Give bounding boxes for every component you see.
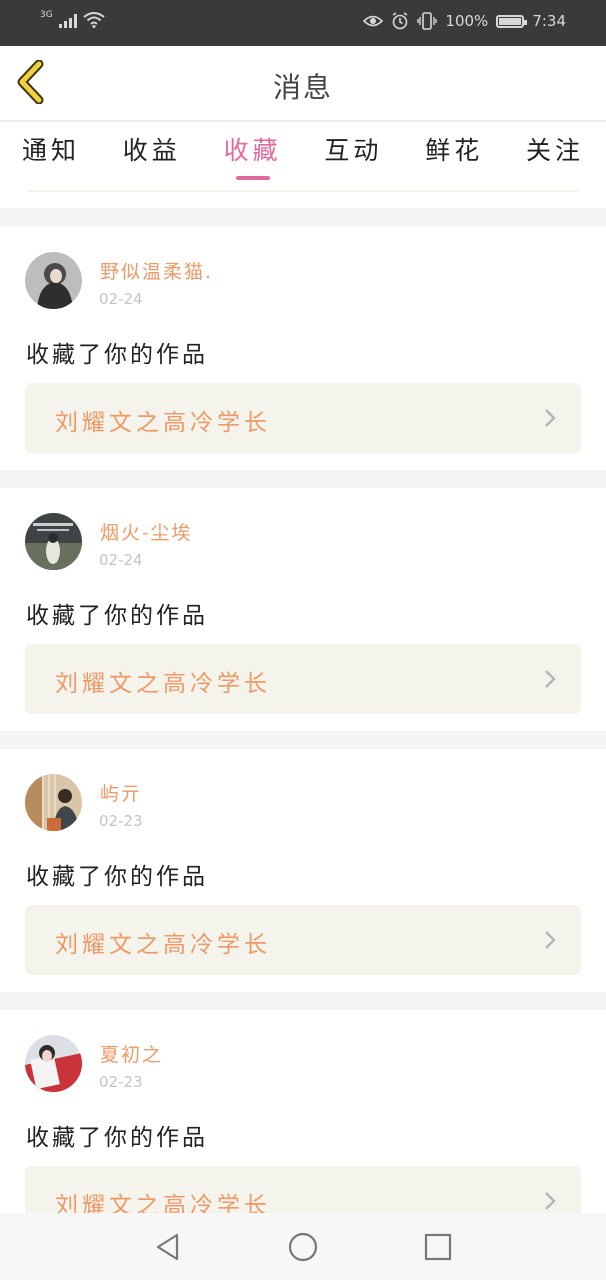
wifi-icon — [83, 12, 105, 28]
battery-percent: 100% — [445, 12, 489, 30]
chevron-right-icon — [545, 670, 556, 688]
work-link[interactable]: 刘耀文之高冷学长 — [25, 905, 581, 975]
network-type: 3G — [40, 10, 53, 20]
message-card: 烟火-尘埃 02-24 收藏了你的作品 刘耀文之高冷学长 — [0, 488, 606, 731]
message-text: 收藏了你的作品 — [26, 603, 208, 629]
work-title: 刘耀文之高冷学长 — [55, 410, 271, 436]
circle-home-icon — [288, 1232, 318, 1262]
tab-label: 互动 — [324, 136, 383, 165]
work-title: 刘耀文之高冷学长 — [55, 932, 271, 958]
work-link[interactable]: 刘耀文之高冷学长 — [25, 644, 581, 714]
work-title: 刘耀文之高冷学长 — [55, 1193, 271, 1213]
tab-favorites[interactable]: 收藏 — [224, 122, 282, 190]
work-title: 刘耀文之高冷学长 — [55, 671, 271, 697]
tab-label: 通知 — [22, 136, 81, 165]
clock-time: 7:34 — [532, 12, 566, 30]
message-card: 屿亓 02-23 收藏了你的作品 刘耀文之高冷学长 — [0, 749, 606, 992]
status-right: 100% 7:34 — [363, 12, 566, 30]
user-name[interactable]: 烟火-尘埃 — [100, 518, 192, 545]
tab-label: 收藏 — [223, 136, 282, 165]
battery-icon — [496, 14, 528, 28]
tab-notifications[interactable]: 通知 — [22, 122, 80, 190]
work-link[interactable]: 刘耀文之高冷学长 — [25, 383, 581, 453]
chevron-right-icon — [545, 1192, 556, 1210]
tab-label: 收益 — [122, 136, 181, 165]
system-home-button[interactable] — [287, 1231, 319, 1263]
user-name[interactable]: 屿亓 — [100, 779, 142, 806]
tab-earnings[interactable]: 收益 — [123, 122, 181, 190]
user-name[interactable]: 夏初之 — [100, 1040, 163, 1067]
square-recent-icon — [424, 1233, 452, 1261]
message-text: 收藏了你的作品 — [26, 864, 208, 890]
tab-interactions[interactable]: 互动 — [324, 122, 382, 190]
tab-following[interactable]: 关注 — [526, 122, 584, 190]
message-card: 野似温柔猫. 02-24 收藏了你的作品 刘耀文之高冷学长 — [0, 227, 606, 470]
alarm-icon — [392, 12, 408, 30]
tab-flowers[interactable]: 鲜花 — [425, 122, 483, 190]
system-recents-button[interactable] — [422, 1231, 454, 1263]
triangle-back-icon — [156, 1233, 179, 1261]
status-bar: 3G 100% 7:34 — [0, 0, 606, 46]
chevron-right-icon — [545, 409, 556, 427]
user-name[interactable]: 野似温柔猫. — [100, 257, 213, 284]
avatar[interactable] — [25, 513, 82, 570]
message-list[interactable]: 野似温柔猫. 02-24 收藏了你的作品 刘耀文之高冷学长 烟火-尘埃 02-2… — [0, 190, 606, 1213]
eye-comfort-icon — [363, 15, 384, 27]
avatar[interactable] — [25, 774, 82, 831]
message-date: 02-24 — [99, 290, 143, 308]
system-nav-bar — [0, 1213, 606, 1280]
tab-label: 关注 — [525, 136, 584, 165]
previous-card-tail — [0, 190, 606, 208]
message-date: 02-23 — [99, 1073, 143, 1091]
message-date: 02-23 — [99, 812, 143, 830]
chevron-right-icon — [545, 931, 556, 949]
vibrate-icon — [417, 12, 438, 30]
message-card: 夏初之 02-23 收藏了你的作品 刘耀文之高冷学长 — [0, 1010, 606, 1213]
work-link[interactable]: 刘耀文之高冷学长 — [25, 1166, 581, 1213]
message-text: 收藏了你的作品 — [26, 1125, 208, 1151]
tab-label: 鲜花 — [425, 136, 484, 165]
tab-bar: 通知 收益 收藏 互动 鲜花 关注 — [0, 122, 606, 190]
message-text: 收藏了你的作品 — [26, 342, 208, 368]
avatar[interactable] — [25, 1035, 82, 1092]
header-bar: 消息 — [0, 46, 606, 120]
page-title: 消息 — [272, 71, 333, 104]
active-tab-indicator — [235, 176, 270, 180]
status-left: 3G — [40, 10, 105, 28]
system-back-button[interactable] — [152, 1231, 184, 1263]
avatar[interactable] — [25, 252, 82, 309]
signal-icon — [58, 14, 77, 28]
message-date: 02-24 — [99, 551, 143, 569]
